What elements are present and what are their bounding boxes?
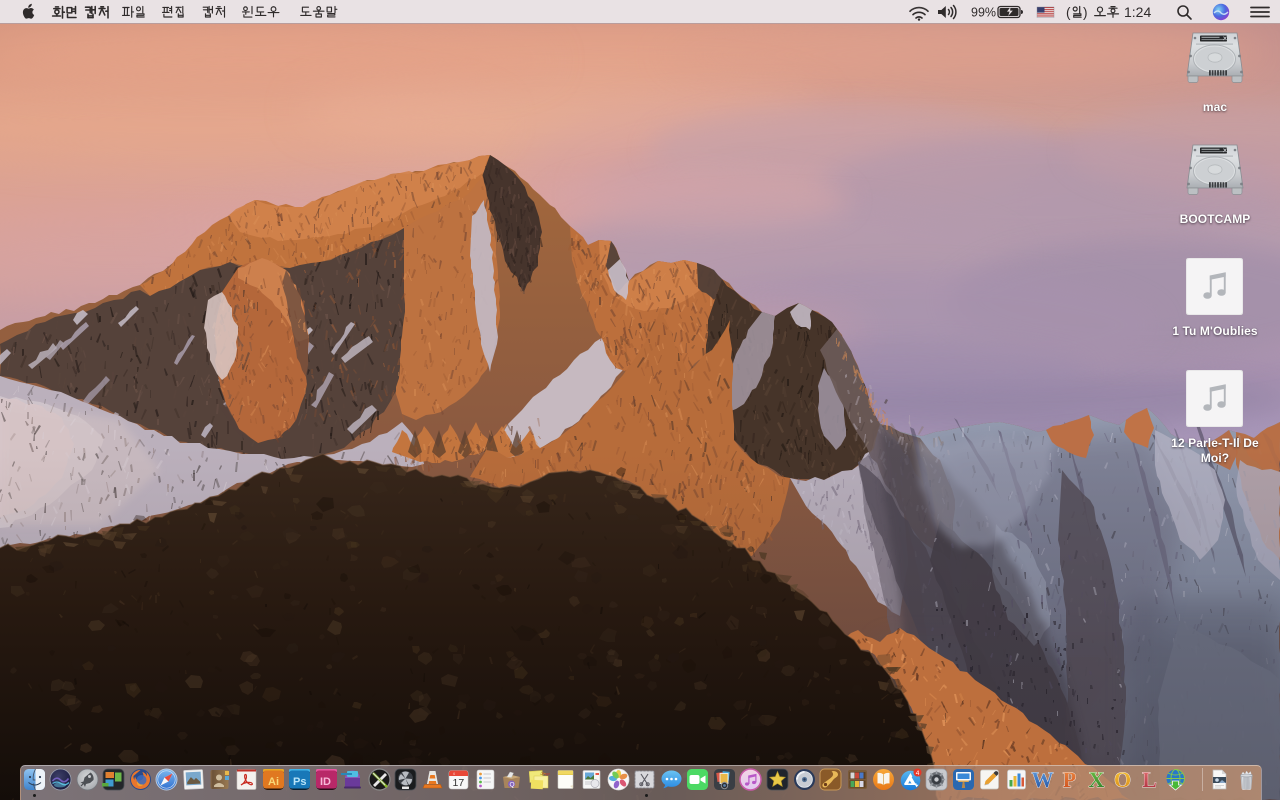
svg-text:X: X — [1088, 768, 1104, 791]
svg-text:O: O — [1114, 768, 1131, 791]
svg-text:17: 17 — [453, 777, 465, 789]
svg-text:4: 4 — [915, 770, 919, 777]
svg-text:): ) — [1083, 5, 1088, 20]
svg-text:L: L — [1142, 768, 1157, 791]
svg-text:99%: 99% — [971, 6, 996, 20]
svg-text:1:24: 1:24 — [1124, 4, 1151, 20]
svg-text:W: W — [1032, 768, 1054, 791]
svg-text:Ai: Ai — [268, 776, 279, 788]
svg-text:P: P — [1063, 768, 1076, 791]
svg-text:Ps: Ps — [293, 776, 306, 788]
svg-text:Q: Q — [510, 782, 515, 789]
svg-text:ID: ID — [320, 776, 331, 788]
svg-text:(: ( — [1066, 5, 1071, 20]
svg-text:6: 6 — [453, 772, 455, 776]
svg-text:Pages: Pages — [542, 772, 550, 776]
